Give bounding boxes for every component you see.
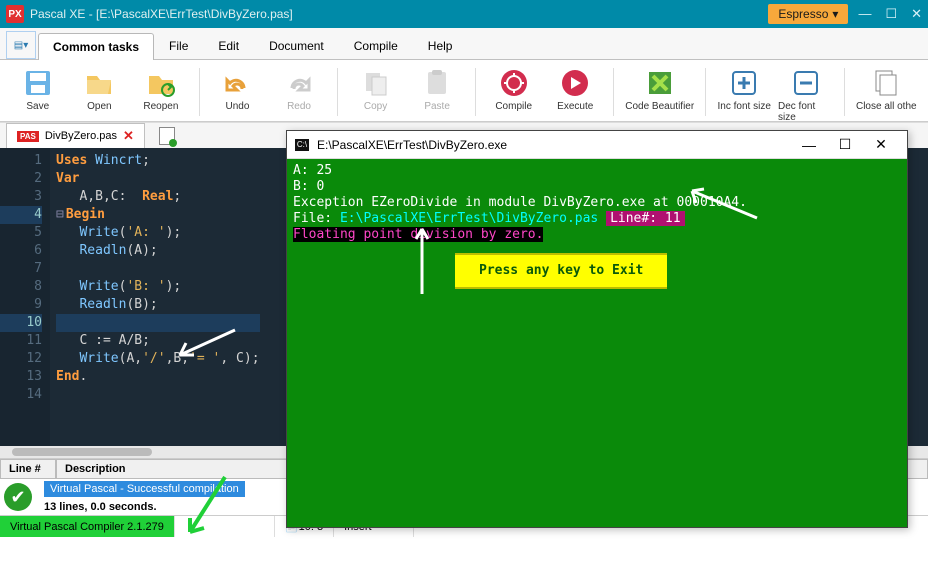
arrow-icon xyxy=(407,219,437,299)
paste-button[interactable]: Paste xyxy=(409,64,465,112)
beautifier-label: Code Beautifier xyxy=(625,101,694,112)
arrow-icon xyxy=(170,325,240,365)
menu-tab-edit[interactable]: Edit xyxy=(203,32,254,59)
window-titlebar: PX Pascal XE - [E:\PascalXE\ErrTest\DivB… xyxy=(0,0,928,28)
reopen-icon xyxy=(144,66,178,100)
undo-button[interactable]: Undo xyxy=(210,64,266,112)
file-tab[interactable]: PAS DivByZero.pas ✕ xyxy=(6,123,145,148)
console-minimize[interactable]: — xyxy=(791,137,827,153)
redo-icon xyxy=(282,66,316,100)
copy-label: Copy xyxy=(364,101,387,112)
save-button[interactable]: Save xyxy=(10,64,66,112)
close-all-icon xyxy=(869,66,903,100)
console-window: C:\ E:\PascalXE\ErrTest\DivByZero.exe — … xyxy=(286,130,908,528)
window-title: Pascal XE - [E:\PascalXE\ErrTest\DivByZe… xyxy=(30,7,293,21)
console-titlebar[interactable]: C:\ E:\PascalXE\ErrTest\DivByZero.exe — … xyxy=(287,131,907,159)
maximize-button[interactable]: ☐ xyxy=(885,6,897,22)
col-line[interactable]: Line # xyxy=(0,459,56,479)
console-line: B: 0 xyxy=(293,179,901,195)
copy-icon xyxy=(359,66,393,100)
undo-label: Undo xyxy=(226,101,250,112)
pas-badge-icon: PAS xyxy=(17,131,39,142)
toolbar: Save Open Reopen Undo Redo Copy Paste Co… xyxy=(0,60,928,122)
app-icon: PX xyxy=(6,5,24,23)
execute-label: Execute xyxy=(557,101,593,112)
open-folder-icon xyxy=(82,66,116,100)
console-exception: Exception EZeroDivide in module DivByZer… xyxy=(293,195,901,211)
console-icon: C:\ xyxy=(295,139,309,151)
file-tab-label: DivByZero.pas xyxy=(45,130,117,142)
menu-tab-document[interactable]: Document xyxy=(254,32,339,59)
reopen-button[interactable]: Reopen xyxy=(133,64,189,112)
espresso-label: Espresso xyxy=(778,7,828,21)
new-file-button[interactable] xyxy=(159,127,175,145)
menu-tab-common[interactable]: Common tasks xyxy=(38,33,154,60)
paste-label: Paste xyxy=(424,101,450,112)
arrow-icon xyxy=(180,472,240,542)
view-layout-button[interactable]: ▤▾ xyxy=(6,31,36,59)
beautifier-icon xyxy=(643,66,677,100)
chevron-down-icon: ▾ xyxy=(832,7,838,21)
execute-button[interactable]: Execute xyxy=(547,64,603,112)
menu-tab-help[interactable]: Help xyxy=(413,32,468,59)
compile-button[interactable]: Compile xyxy=(486,64,542,112)
console-line: A: 25 xyxy=(293,163,901,179)
paste-icon xyxy=(420,66,454,100)
reopen-label: Reopen xyxy=(143,101,178,112)
exit-message: Press any key to Exit xyxy=(455,253,667,289)
open-label: Open xyxy=(87,101,111,112)
save-label: Save xyxy=(26,101,49,112)
code-content[interactable]: Uses Wincrt; Var A,B,C: Real; ⊟Begin Wri… xyxy=(50,148,266,458)
menu-tab-file[interactable]: File xyxy=(154,32,203,59)
console-maximize[interactable]: ☐ xyxy=(827,136,863,153)
open-button[interactable]: Open xyxy=(72,64,128,112)
inc-font-label: Inc font size xyxy=(718,101,771,112)
redo-label: Redo xyxy=(287,101,311,112)
console-file-line: File: E:\PascalXE\ErrTest\DivByZero.pas … xyxy=(293,211,901,227)
console-title: E:\PascalXE\ErrTest\DivByZero.exe xyxy=(317,138,507,152)
inc-font-button[interactable]: Inc font size xyxy=(716,64,772,112)
copy-button[interactable]: Copy xyxy=(348,64,404,112)
undo-icon xyxy=(220,66,254,100)
execute-icon xyxy=(558,66,592,100)
minimize-button[interactable]: — xyxy=(858,6,871,22)
line-gutter: 1234567891011121314 xyxy=(0,148,50,458)
espresso-button[interactable]: Espresso ▾ xyxy=(768,4,848,24)
menubar: ▤▾ Common tasks File Edit Document Compi… xyxy=(0,28,928,60)
success-icon: ✔ xyxy=(4,483,32,511)
dec-font-label: Dec font size xyxy=(778,101,834,123)
dec-font-button[interactable]: Dec font size xyxy=(778,64,834,123)
minus-icon xyxy=(789,66,823,100)
save-icon xyxy=(21,66,55,100)
close-tab-button[interactable]: ✕ xyxy=(123,128,134,144)
compile-icon xyxy=(497,66,531,100)
close-all-label: Close all othe xyxy=(856,101,917,112)
arrow-icon xyxy=(682,183,762,223)
menu-tab-compile[interactable]: Compile xyxy=(339,32,413,59)
plus-icon xyxy=(727,66,761,100)
redo-button[interactable]: Redo xyxy=(271,64,327,112)
close-all-button[interactable]: Close all othe xyxy=(855,64,919,112)
status-compiler[interactable]: Virtual Pascal Compiler 2.1.279 xyxy=(0,516,175,537)
console-close[interactable]: ✕ xyxy=(863,136,899,153)
beautifier-button[interactable]: Code Beautifier xyxy=(624,64,695,112)
close-button[interactable]: ✕ xyxy=(911,6,922,22)
console-error-msg: Floating point division by zero. xyxy=(293,227,901,243)
compile-label: Compile xyxy=(495,101,532,112)
console-output[interactable]: A: 25 B: 0 Exception EZeroDivide in modu… xyxy=(287,159,907,527)
